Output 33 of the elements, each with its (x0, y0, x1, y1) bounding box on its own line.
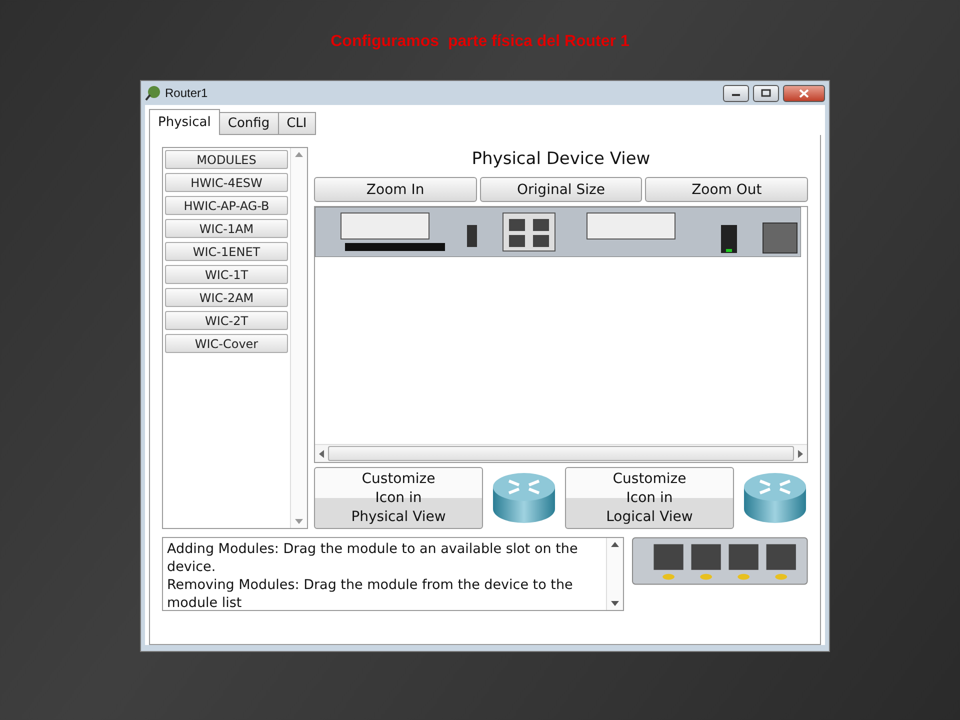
scrollbar[interactable] (315, 444, 807, 462)
maximize-icon (761, 89, 771, 97)
scroll-right-arrow-icon[interactable] (798, 450, 803, 458)
close-icon (799, 88, 809, 98)
zoom-button[interactable]: Original Size (480, 177, 642, 202)
module-item[interactable]: HWIC-AP-AG-B (165, 196, 288, 215)
tab[interactable]: Physical (149, 109, 220, 135)
view-title: Physical Device View (470, 149, 652, 171)
help-text: Removing Modules: Drag the module from the device to the module list (167, 576, 574, 612)
scroll-left-arrow-icon[interactable] (319, 450, 324, 458)
zoom-button[interactable]: Zoom In (314, 177, 477, 202)
module-item[interactable]: WIC-1ENET (165, 242, 288, 261)
module-item[interactable]: WIC-2AM (165, 288, 288, 307)
maximize-button[interactable] (753, 84, 779, 102)
window-title: Router1 (165, 86, 208, 100)
module-item[interactable]: WIC-1AM (165, 219, 288, 238)
tab[interactable]: CLI (278, 112, 316, 135)
module-item[interactable]: WIC-1T (165, 265, 288, 284)
module-item[interactable]: HWIC-4ESW (165, 173, 288, 192)
module-item[interactable]: MODULES (165, 150, 288, 169)
minimize-button[interactable] (723, 84, 749, 102)
scroll-down-arrow-icon[interactable] (611, 601, 620, 606)
slide-title: Configuramos parte física del Router 1 (330, 33, 630, 52)
zoom-button[interactable]: Zoom Out (645, 177, 808, 202)
tab[interactable]: Config (218, 112, 279, 135)
close-button[interactable] (783, 84, 825, 102)
customize-button[interactable]: Customize Icon in Physical View (314, 467, 483, 529)
module-item[interactable]: WIC-2T (165, 311, 288, 330)
scrollbar[interactable] (606, 538, 624, 610)
scroll-up-arrow-icon[interactable] (611, 542, 620, 547)
customize-button[interactable]: Customize Icon in Logical View (565, 467, 734, 529)
help-text: Adding Modules: Drag the module to an available slot on the device. (167, 540, 579, 576)
module-item[interactable]: WIC-Cover (165, 334, 288, 353)
